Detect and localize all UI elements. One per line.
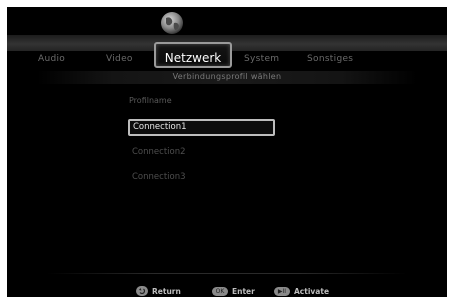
play-pause-key-icon: ▶II [274,286,290,296]
activate-hint[interactable]: ▶II Activate [274,285,329,297]
tab-bar: Audio Video Netzwerk System Sonstiges [7,42,447,73]
profile-item-connection3[interactable]: Connection3 [128,170,275,187]
activate-label: Activate [294,286,330,296]
tab-netzwerk-label: Netzwerk [164,51,222,65]
tab-system[interactable]: System [244,54,279,64]
section-title: Profilname [129,96,172,105]
menu-screen: Audio Video Netzwerk System Sonstiges Ve… [7,7,447,297]
ok-key-icon: OK [212,286,228,296]
subtitle-bar: Verbindungsprofil wählen [37,71,417,84]
return-label: Return [152,286,181,296]
return-arrow-icon [136,286,148,296]
footer-divider [47,273,407,274]
page-subtitle: Verbindungsprofil wählen [172,72,282,81]
footer-hints: Return OK Enter ▶II Activate [7,285,447,297]
tab-netzwerk[interactable]: Netzwerk [154,42,232,68]
globe-icon [161,12,183,34]
return-hint[interactable]: Return [136,285,181,297]
tab-audio[interactable]: Audio [38,54,65,64]
tab-sonstiges[interactable]: Sonstiges [307,54,353,64]
tab-video[interactable]: Video [106,54,133,64]
enter-hint[interactable]: OK Enter [212,285,255,297]
profile-item-connection2[interactable]: Connection2 [128,145,275,162]
enter-label: Enter [232,286,255,296]
profile-item-connection1[interactable]: Connection1 [128,119,275,136]
